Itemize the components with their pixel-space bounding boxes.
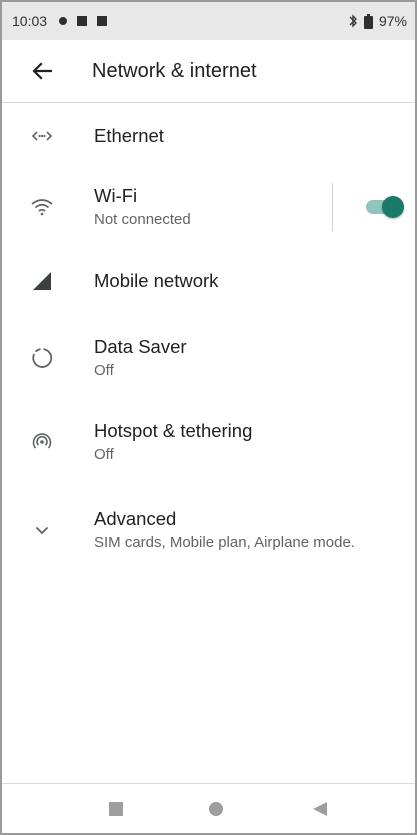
setting-subtitle: Off bbox=[94, 362, 114, 379]
setting-subtitle: Not connected bbox=[94, 211, 191, 228]
ethernet-icon bbox=[22, 130, 62, 142]
notification-square-icon bbox=[77, 16, 88, 26]
nav-back-button[interactable] bbox=[300, 789, 340, 829]
battery-percent: 97% bbox=[378, 13, 407, 29]
navigation-bar bbox=[2, 783, 415, 835]
arrow-back-icon bbox=[32, 62, 52, 80]
status-time: 10:03 bbox=[12, 13, 48, 29]
app-bar: Network & internet bbox=[2, 40, 415, 103]
toggle-thumb bbox=[382, 196, 404, 218]
divider bbox=[332, 183, 333, 231]
data-saver-icon bbox=[22, 347, 62, 369]
recents-icon bbox=[109, 802, 123, 816]
screen: 10:03 97% Network & internet Ethernet Wi… bbox=[0, 0, 417, 835]
notification-square-icon bbox=[97, 16, 108, 26]
chevron-down-icon bbox=[22, 526, 62, 535]
page-title: Network & internet bbox=[92, 59, 257, 82]
hotspot-icon bbox=[22, 432, 62, 452]
wifi-toggle[interactable] bbox=[364, 196, 404, 218]
setting-title: Advanced bbox=[94, 508, 177, 529]
settings-list: Ethernet Wi-Fi Not connected Mobile netw… bbox=[2, 103, 415, 575]
setting-advanced[interactable]: Advanced SIM cards, Mobile plan, Airplan… bbox=[2, 485, 415, 575]
back-button[interactable] bbox=[22, 51, 62, 91]
setting-hotspot[interactable]: Hotspot & tethering Off bbox=[2, 399, 415, 485]
home-button[interactable] bbox=[196, 789, 236, 829]
home-icon bbox=[209, 802, 223, 816]
status-bar: 10:03 97% bbox=[2, 0, 415, 40]
setting-title: Mobile network bbox=[94, 270, 219, 291]
notification-dot-icon bbox=[59, 17, 68, 25]
setting-wifi[interactable]: Wi-Fi Not connected bbox=[2, 169, 415, 245]
triangle-back-icon bbox=[313, 802, 327, 816]
signal-icon bbox=[22, 271, 62, 291]
setting-subtitle: SIM cards, Mobile plan, Airplane mode. bbox=[94, 534, 355, 551]
setting-ethernet[interactable]: Ethernet bbox=[2, 103, 415, 169]
setting-title: Wi-Fi bbox=[94, 185, 138, 206]
setting-title: Hotspot & tethering bbox=[94, 420, 253, 441]
battery-icon bbox=[363, 13, 373, 29]
bluetooth-icon bbox=[348, 14, 358, 28]
setting-subtitle: Off bbox=[94, 446, 114, 463]
setting-title: Ethernet bbox=[94, 125, 164, 146]
recents-button[interactable] bbox=[96, 789, 136, 829]
setting-data-saver[interactable]: Data Saver Off bbox=[2, 317, 415, 399]
setting-mobile-network[interactable]: Mobile network bbox=[2, 245, 415, 317]
wifi-icon bbox=[22, 198, 62, 216]
setting-title: Data Saver bbox=[94, 336, 187, 357]
